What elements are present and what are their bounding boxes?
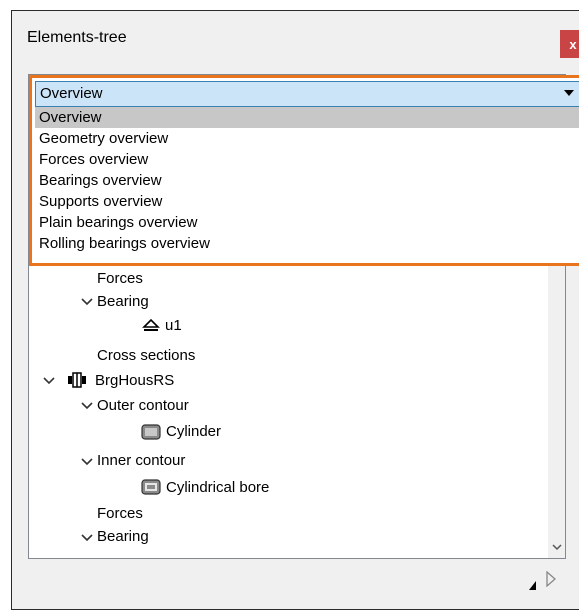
dropdown-option-rolling-bearings-overview[interactable]: Rolling bearings overview: [35, 233, 579, 254]
tree-item-cylindrical-bore[interactable]: Cylindrical bore: [166, 477, 269, 499]
tree-item-inner-contour[interactable]: Inner contour: [97, 450, 185, 472]
tree-item-label: Inner contour: [97, 452, 186, 469]
tree-item-label: Cross sections: [97, 347, 196, 364]
tree-item-label: u1: [165, 317, 182, 334]
tree-item-label: Forces: [97, 270, 143, 287]
overview-select[interactable]: Overview: [35, 81, 579, 107]
overview-dropdown-highlight: Overview Overview Geometry overview Forc…: [29, 75, 579, 266]
partial-eject-icon: [145, 551, 157, 558]
chevron-down-icon[interactable]: [81, 297, 95, 311]
tree-item-bearing[interactable]: Bearing: [97, 526, 149, 548]
bore-icon: [141, 479, 161, 499]
tree-item-cross-sections[interactable]: Cross sections: [97, 345, 195, 367]
tree-item-bearing[interactable]: Bearing: [97, 291, 149, 313]
dropdown-option-bearings-overview[interactable]: Bearings overview: [35, 170, 579, 191]
close-icon: x: [569, 36, 577, 52]
cylinder-icon: [141, 424, 161, 444]
selected-value: Overview: [40, 85, 103, 102]
tree-item-label: Bearing: [97, 528, 149, 545]
chevron-down-icon[interactable]: [81, 401, 95, 415]
dropdown-arrow-icon[interactable]: [564, 90, 574, 96]
dropdown-option-overview[interactable]: Overview: [35, 107, 579, 128]
tree-item-label: Forces: [97, 505, 143, 522]
chevron-down-icon[interactable]: [81, 533, 95, 547]
panel-title: Elements-tree: [27, 29, 127, 46]
close-button[interactable]: x: [560, 30, 579, 58]
tree-item-cylinder[interactable]: Cylinder: [166, 421, 221, 443]
chevron-down-icon[interactable]: [81, 457, 95, 471]
scroll-down-icon[interactable]: [552, 542, 562, 554]
tree-item-label: Bearing: [97, 293, 149, 310]
resize-grip-icon[interactable]: [529, 581, 536, 590]
chevron-down-icon[interactable]: [43, 376, 57, 390]
dropdown-option-supports-overview[interactable]: Supports overview: [35, 191, 579, 212]
tree-item-u1[interactable]: u1: [165, 315, 182, 337]
housing-icon: [67, 372, 87, 392]
tree-item-forces[interactable]: Forces: [97, 503, 143, 525]
tree-item-outer-contour[interactable]: Outer contour: [97, 395, 189, 417]
dropdown-option-forces-overview[interactable]: Forces overview: [35, 149, 579, 170]
tree-item-label: Cylindrical bore: [166, 479, 270, 496]
dropdown-list: Overview Geometry overview Forces overvi…: [35, 107, 579, 254]
elements-tree-panel: Elements-tree x Forces Bearing u1 Cross …: [11, 10, 579, 610]
tree-item-label: BrgHousRS: [95, 372, 175, 389]
eject-icon: [142, 318, 160, 337]
tree-item-label: Outer contour: [97, 397, 189, 414]
dropdown-option-plain-bearings-overview[interactable]: Plain bearings overview: [35, 212, 579, 233]
tree-item-label: Cylinder: [166, 423, 222, 440]
tree-item-forces[interactable]: Forces: [97, 268, 143, 290]
play-outline-icon[interactable]: [546, 570, 556, 591]
dropdown-option-geometry-overview[interactable]: Geometry overview: [35, 128, 579, 149]
tree-item-brghousrs[interactable]: BrgHousRS: [95, 370, 174, 392]
